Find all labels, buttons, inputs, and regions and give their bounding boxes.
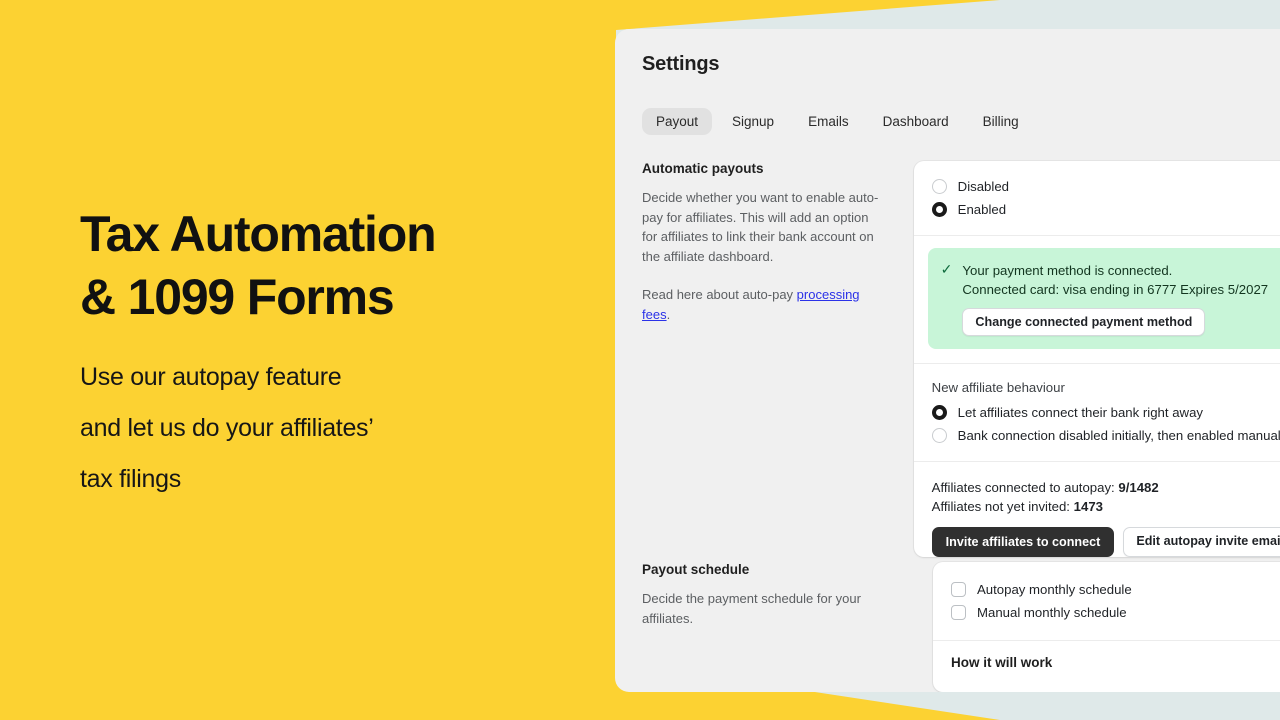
radio-option-connect-right-away[interactable]: Let affiliates connect their bank right … [931, 401, 1280, 424]
automatic-payouts-description: Decide whether you want to enable auto-p… [642, 190, 879, 264]
processing-fees-prefix: Read here about auto-pay [642, 287, 797, 302]
screenshot-root: Tax Automation & 1099 Forms Use our auto… [0, 0, 1280, 720]
divider [913, 235, 1280, 236]
radio-option-disabled-initially[interactable]: Bank connection disabled initially, then… [931, 424, 1280, 447]
checkbox-autopay-monthly-label: Autopay monthly schedule [977, 582, 1132, 597]
settings-panel: Settings Payout Signup Emails Dashboard … [615, 29, 1280, 692]
radio-connect-right-away-icon [931, 405, 947, 420]
radio-disabled-initially-icon [931, 428, 947, 443]
promo-headline-line1: Tax Automation [80, 206, 437, 262]
section-automatic-payouts: Automatic payouts Decide whether you wan… [615, 161, 1280, 557]
automatic-payouts-card-column: Disabled Enabled ✓ Your payment method i… [913, 161, 1280, 557]
page-title: Settings [642, 53, 720, 75]
tab-billing[interactable]: Billing [969, 108, 1033, 135]
promo-subhead-line3: tax filings [80, 465, 181, 493]
radio-disabled-icon [931, 179, 947, 194]
radio-disabled-label: Disabled [957, 179, 1009, 194]
radio-enabled-icon [931, 202, 947, 217]
radio-enabled-label: Enabled [957, 202, 1007, 217]
autopay-action-buttons: Invite affiliates to connect Edit autopa… [931, 527, 1280, 557]
promo-headline-line2: & 1099 Forms [80, 269, 395, 325]
how-it-works-block: How it will work [933, 641, 1280, 686]
affiliates-connected-value: 9/1482 [1118, 480, 1159, 495]
checkbox-manual-monthly-icon [951, 605, 966, 620]
schedule-checkbox-group: Autopay monthly schedule Manual monthly … [933, 562, 1280, 640]
tab-payout[interactable]: Payout [642, 108, 713, 135]
automatic-payouts-description-column: Automatic payouts Decide whether you wan… [615, 161, 914, 557]
payment-connected-banner: ✓ Your payment method is connected. Conn… [927, 248, 1280, 349]
payout-schedule-card-column: Autopay monthly schedule Manual monthly … [933, 562, 1280, 692]
payout-schedule-description-column: Payout schedule Decide the payment sched… [615, 562, 933, 692]
change-payment-method-button[interactable]: Change connected payment method [962, 308, 1206, 336]
promo-subhead-line2: and let us do your affiliates’ [80, 414, 374, 442]
checkbox-manual-monthly-label: Manual monthly schedule [977, 605, 1127, 620]
processing-fees-suffix: . [666, 306, 671, 322]
how-it-will-work-title: How it will work [951, 655, 1053, 670]
checkbox-autopay-monthly-icon [951, 582, 966, 597]
affiliates-not-invited-label: Affiliates not yet invited: [931, 499, 1070, 514]
settings-tabs: Payout Signup Emails Dashboard Billing [642, 108, 1033, 135]
promo-block: Tax Automation & 1099 Forms Use our auto… [80, 203, 580, 505]
invite-affiliates-button[interactable]: Invite affiliates to connect [931, 527, 1115, 557]
radio-disabled-initially-label: Bank connection disabled initially, then… [957, 428, 1280, 443]
banner-line-2: Connected card: visa ending in 6777 Expi… [962, 282, 1269, 297]
payout-schedule-description: Decide the payment schedule for your aff… [642, 591, 861, 626]
automatic-payouts-title: Automatic payouts [642, 161, 764, 176]
radio-connect-right-away-label: Let affiliates connect their bank right … [957, 405, 1204, 420]
radio-option-disabled[interactable]: Disabled [931, 175, 1280, 198]
edit-invite-email-button[interactable]: Edit autopay invite email [1123, 527, 1280, 557]
check-icon: ✓ [940, 261, 953, 277]
affiliates-not-invited-value: 1473 [1073, 499, 1103, 514]
checkbox-manual-monthly[interactable]: Manual monthly schedule [951, 601, 1280, 624]
affiliates-connected-stat: Affiliates connected to autopay: 9/1482 [932, 478, 1280, 497]
automatic-payouts-card: Disabled Enabled ✓ Your payment method i… [913, 161, 1280, 557]
tab-dashboard[interactable]: Dashboard [869, 108, 963, 135]
new-affiliate-behaviour-label: New affiliate behaviour [931, 380, 1065, 395]
section-payout-schedule: Payout schedule Decide the payment sched… [615, 562, 1280, 692]
payout-schedule-card: Autopay monthly schedule Manual monthly … [933, 562, 1280, 692]
payout-schedule-title: Payout schedule [642, 562, 750, 577]
autopay-stats-block: Affiliates connected to autopay: 9/1482 … [914, 462, 1280, 557]
new-affiliate-behaviour-group: New affiliate behaviour Let affiliates c… [914, 364, 1280, 461]
tab-signup[interactable]: Signup [718, 108, 788, 135]
tab-emails[interactable]: Emails [794, 108, 863, 135]
checkbox-autopay-monthly[interactable]: Autopay monthly schedule [951, 578, 1280, 601]
promo-subhead-line1: Use our autopay feature [80, 363, 342, 391]
affiliates-connected-label: Affiliates connected to autopay: [931, 480, 1115, 495]
banner-line-1: Your payment method is connected. [962, 263, 1173, 278]
enable-autopay-radio-group: Disabled Enabled [914, 161, 1280, 235]
radio-option-enabled[interactable]: Enabled [931, 198, 1280, 221]
affiliates-not-invited-stat: Affiliates not yet invited: 1473 [932, 497, 1280, 516]
